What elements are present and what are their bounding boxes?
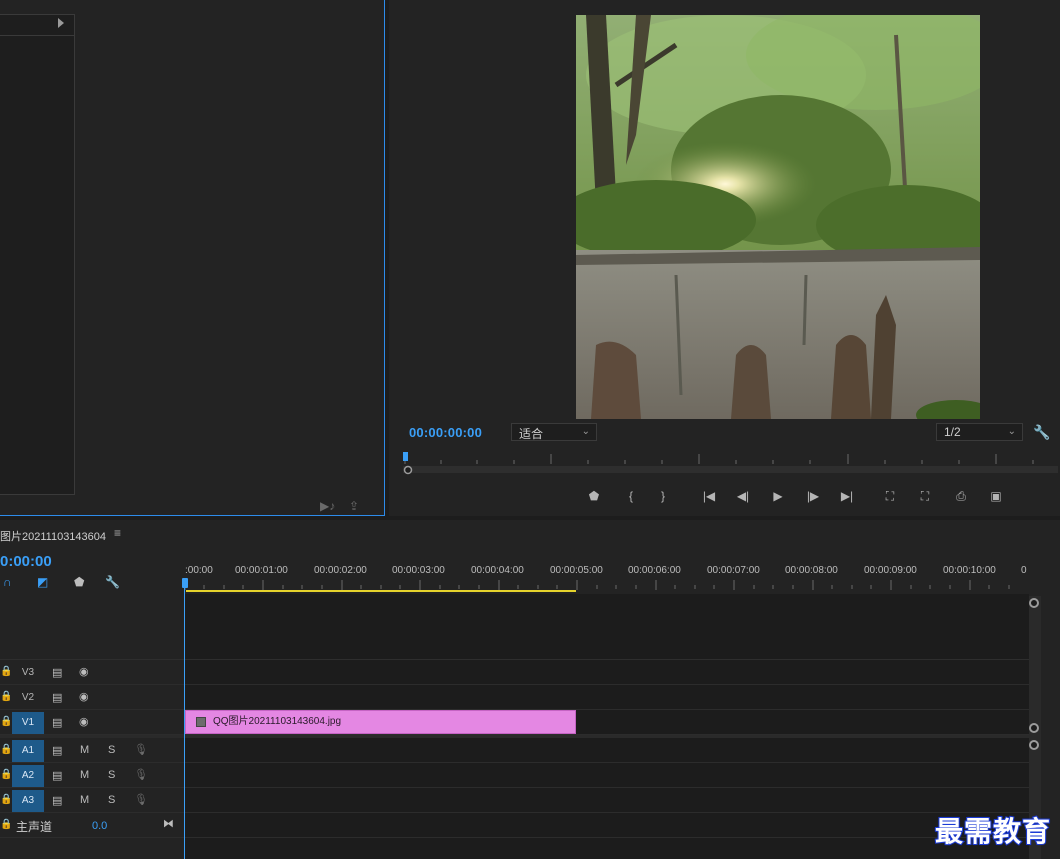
linked-selection-icon[interactable]: ◩ (37, 575, 48, 589)
lock-icon[interactable]: 🔒 (0, 819, 12, 830)
program-playhead[interactable] (403, 452, 408, 461)
eye-icon[interactable]: ◉ (79, 690, 89, 703)
compare-icon[interactable]: ▣ (985, 488, 1007, 504)
film-icon[interactable]: ▤ (52, 691, 62, 704)
film-icon[interactable]: ▤ (52, 666, 62, 679)
microphone-icon[interactable]: 🎙 (134, 768, 148, 781)
track-header-v3: 🔒 V3 ▤ ◉ (0, 660, 184, 685)
export-button[interactable]: ⇪ (349, 499, 359, 513)
lift-icon[interactable]: ⛶ (879, 488, 901, 504)
fit-dropdown-value: 适合 (519, 427, 544, 441)
scroll-handle-audio-start[interactable] (1029, 740, 1039, 750)
go-to-in-icon[interactable]: |◀ (698, 488, 720, 504)
add-marker-icon[interactable]: ⬟ (74, 575, 84, 589)
solo-button[interactable]: S (108, 794, 115, 806)
source-monitor-content (0, 14, 75, 495)
timeline-time-ruler[interactable]: :00:00 00:00:01:00 00:00:02:00 00:00:03:… (184, 560, 1030, 594)
scroll-handle-video-end[interactable] (1029, 723, 1039, 733)
step-back-icon[interactable]: ◀| (732, 488, 754, 504)
step-forward-icon[interactable]: |▶ (802, 488, 824, 504)
master-track-label: 主声道 (16, 820, 53, 834)
mute-button[interactable]: M (80, 769, 89, 781)
track-row-a2[interactable] (184, 763, 1029, 788)
track-row-v3[interactable] (184, 660, 1029, 685)
image-thumbnail-icon (196, 717, 206, 727)
lock-icon[interactable]: 🔒 (0, 794, 12, 805)
fit-dropdown[interactable]: 适合 ⌄ (511, 423, 597, 441)
mark-out-icon[interactable]: } (652, 488, 674, 504)
resolution-dropdown[interactable]: 1/2 ⌄ (936, 423, 1023, 441)
track-row-v2[interactable] (184, 685, 1029, 710)
track-label-v3[interactable]: V3 (12, 662, 44, 684)
source-monitor-panel: ▶♪ ⇪ (0, 0, 385, 516)
lock-icon[interactable]: 🔒 (0, 666, 12, 677)
go-to-out-icon[interactable]: ▶| (836, 488, 858, 504)
ruler-ticks (184, 580, 1010, 590)
camera-icon[interactable]: ⎙ (950, 488, 972, 504)
lock-icon[interactable]: 🔒 (0, 744, 12, 755)
track-header-a3: 🔒 A3 ▤ M S 🎙 (0, 788, 184, 813)
scroll-handle-top[interactable] (1029, 598, 1039, 608)
film-icon[interactable]: ▤ (52, 716, 62, 729)
preview-image (576, 15, 980, 419)
program-zoom-handle[interactable] (403, 465, 413, 475)
solo-button[interactable]: S (108, 744, 115, 756)
mute-button[interactable]: M (80, 744, 89, 756)
sequence-menu-icon[interactable]: ≡ (114, 526, 121, 540)
watermark-logo: 最需教育 (934, 814, 1052, 849)
track-label-a3[interactable]: A3 (12, 790, 44, 812)
lock-icon[interactable]: 🔒 (0, 716, 12, 727)
microphone-icon[interactable]: 🎙 (134, 743, 148, 756)
play-icon[interactable]: ▶ (767, 488, 789, 504)
resolution-dropdown-value: 1/2 (944, 425, 961, 439)
sequence-tab[interactable]: 图片20211103143604 (0, 528, 106, 544)
solo-button[interactable]: S (108, 769, 115, 781)
wrench-icon[interactable]: 🔧 (1033, 424, 1050, 441)
microphone-icon[interactable]: 🎙 (134, 793, 148, 806)
track-label-a2[interactable]: A2 (12, 765, 44, 787)
film-icon[interactable]: ▤ (52, 794, 62, 807)
chevron-down-icon: ⌄ (581, 426, 590, 437)
video-clip[interactable]: QQ图片20211103143604.jpg (185, 710, 576, 734)
track-row-a1[interactable] (184, 738, 1029, 763)
program-timecode[interactable]: 00:00:00:00 (409, 425, 482, 440)
expand-arrow-icon[interactable] (58, 18, 64, 28)
mute-button[interactable]: M (80, 794, 89, 806)
track-label-v1[interactable]: V1 (12, 712, 44, 734)
clip-name: QQ图片20211103143604.jpg (213, 716, 342, 727)
extract-icon[interactable]: ⛶ (914, 488, 936, 504)
mark-in-icon[interactable]: { (620, 488, 642, 504)
timeline-playhead-line[interactable] (184, 580, 185, 859)
film-icon[interactable]: ▤ (52, 769, 62, 782)
master-volume-value[interactable]: 0.0 (92, 820, 107, 832)
track-header-v2: 🔒 V2 ▤ ◉ (0, 685, 184, 710)
lock-icon[interactable]: 🔒 (0, 769, 12, 780)
program-time-ruler[interactable] (403, 452, 1058, 478)
snap-icon[interactable]: ∩ (3, 575, 12, 589)
timeline-settings-wrench-icon[interactable]: 🔧 (105, 575, 120, 589)
go-to-end-icon[interactable]: ⧓ (163, 817, 174, 830)
track-row-master[interactable] (184, 813, 1029, 838)
track-row-a3[interactable] (184, 788, 1029, 813)
lock-icon[interactable]: 🔒 (0, 691, 12, 702)
marker-icon[interactable]: ⬟ (583, 488, 605, 504)
track-label-a1[interactable]: A1 (12, 740, 44, 762)
eye-icon[interactable]: ◉ (79, 665, 89, 678)
track-header-a2: 🔒 A2 ▤ M S 🎙 (0, 763, 184, 788)
eye-icon[interactable]: ◉ (79, 715, 89, 728)
timeline-panel: 图片20211103143604 ≡ 0:00:00 ∩ ◩ ⬟ 🔧 :00:0… (0, 520, 1060, 859)
program-preview-frame (576, 15, 980, 419)
track-label-v2[interactable]: V2 (12, 687, 44, 709)
program-monitor-panel: 00:00:00:00 适合 ⌄ 1/2 ⌄ 🔧 ⬟ {} |◀ ◀| ▶ |… (389, 0, 1060, 516)
timeline-playhead[interactable] (182, 578, 188, 588)
track-header-a1: 🔒 A1 ▤ M S 🎙 (0, 738, 184, 763)
chevron-down-icon: ⌄ (1007, 426, 1016, 437)
work-area-bar[interactable] (186, 590, 576, 592)
track-header-v1: 🔒 V1 ▤ ◉ (0, 710, 184, 735)
film-icon[interactable]: ▤ (52, 744, 62, 757)
insert-audio-button[interactable]: ▶♪ (320, 499, 335, 513)
sequence-timecode[interactable]: 0:00:00 (0, 553, 52, 570)
